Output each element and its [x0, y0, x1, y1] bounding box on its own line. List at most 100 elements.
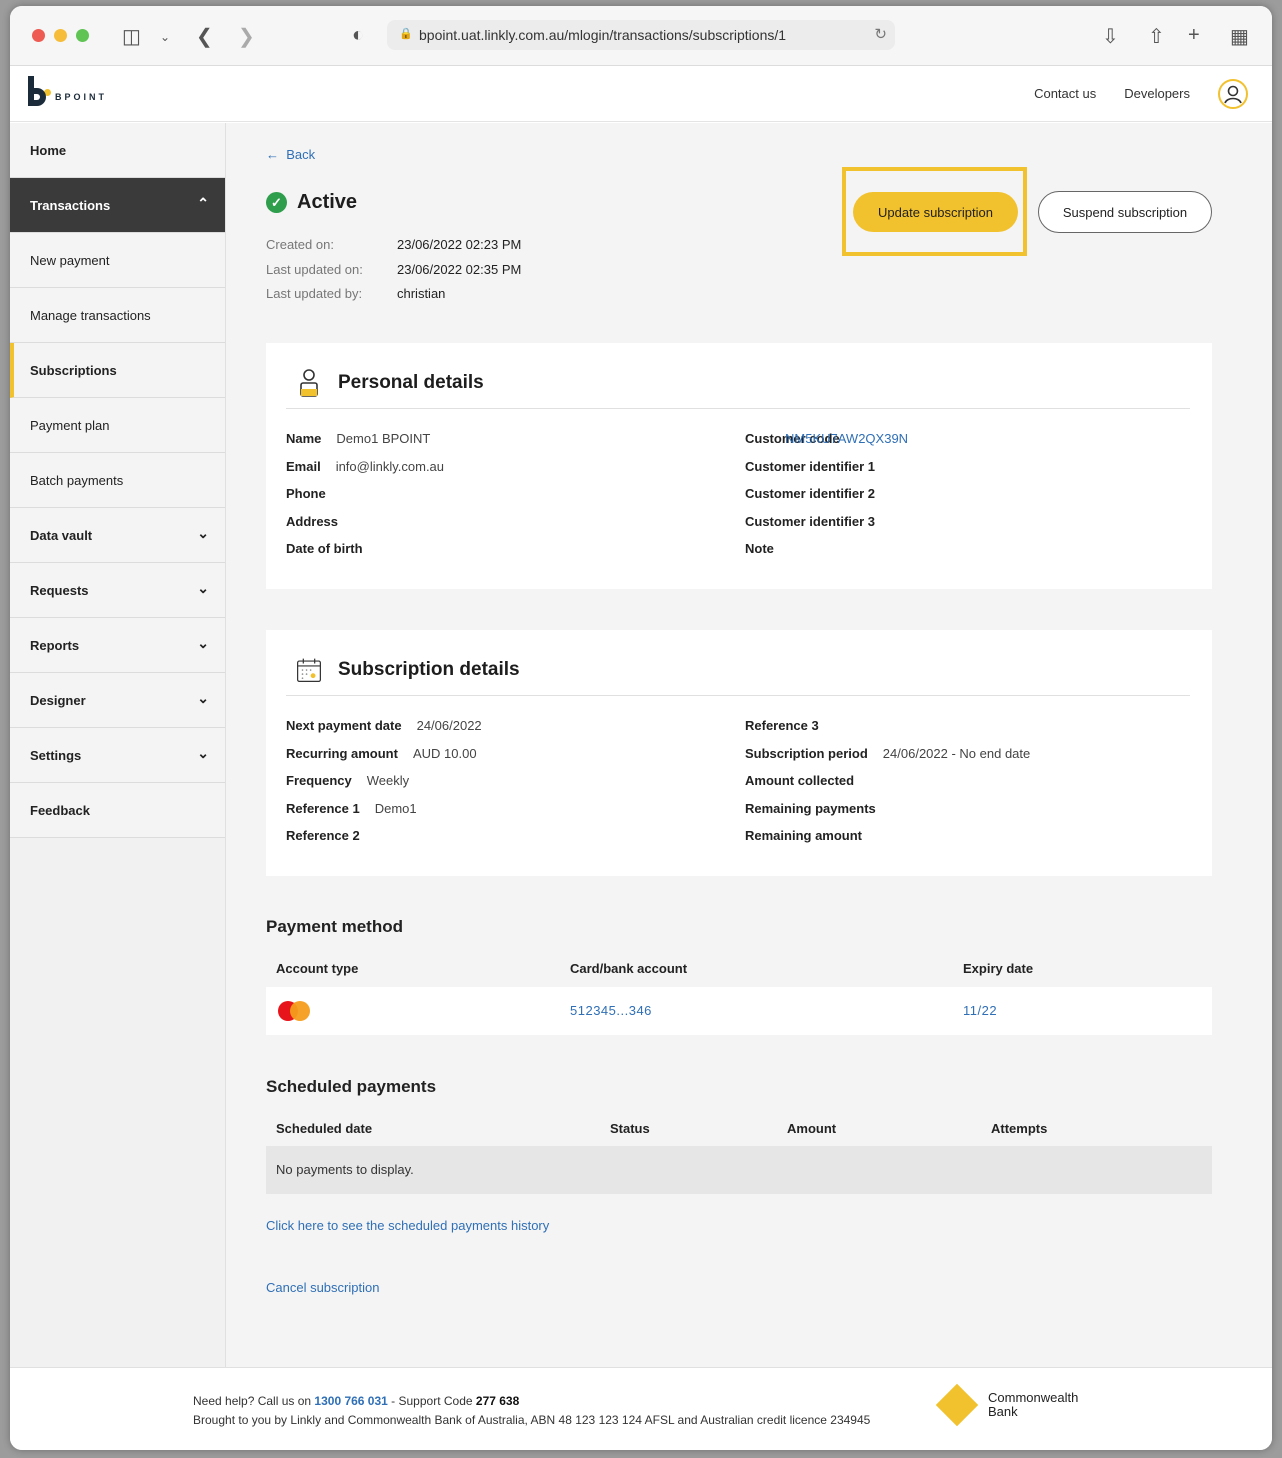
minimize-window-button[interactable] [54, 29, 67, 42]
status-badge: ✓ Active [266, 191, 357, 214]
address-bar[interactable]: 🔒 bpoint.uat.linkly.com.au/mlogin/transa… [387, 20, 895, 50]
field-value: Weekly [366, 773, 410, 789]
commonwealth-bank-logo: Commonwealth Bank [935, 1383, 1078, 1427]
subscription-details-card: Subscription details Next payment date 24… [266, 630, 1212, 876]
field-label: Customer identifier 2 [745, 486, 876, 502]
browser-toolbar: ◫ ⌄ ❮ ❯ ◐ 🔒 bpoint.uat.linkly.com.au/mlo… [10, 6, 1272, 66]
logo-mark [28, 76, 48, 106]
calendar-icon [296, 655, 322, 685]
sidebar-item-label: Settings [30, 747, 82, 763]
support-code: 277 638 [475, 1394, 520, 1408]
update-subscription-button[interactable]: Update subscription [853, 192, 1018, 232]
column-header: Attempts [991, 1121, 1048, 1136]
tab-overview-icon[interactable]: ▦ [1230, 24, 1249, 49]
main-content: ← Back ✓ Active Created on: 23/06/2022 02… [226, 123, 1272, 1367]
forward-arrow-icon[interactable]: ❯ [238, 24, 255, 49]
developers-link[interactable]: Developers [1124, 86, 1190, 101]
user-avatar-icon[interactable] [1218, 79, 1248, 109]
chevron-down-icon: ⌄ [197, 580, 209, 596]
sidebar-item-label: Data vault [30, 527, 93, 543]
zoom-window-button[interactable] [76, 29, 89, 42]
chevron-down-icon: ⌄ [197, 690, 209, 706]
status-text: Active [297, 191, 358, 213]
empty-state-row: No payments to display. [266, 1146, 1212, 1194]
field-label: Remaining payments [745, 800, 876, 816]
check-circle-icon: ✓ [266, 192, 287, 213]
payment-method-title: Payment method [266, 917, 403, 936]
payment-history-link[interactable]: Click here to see the scheduled payments… [266, 1218, 549, 1233]
chevron-down-icon: ⌄ [197, 635, 209, 651]
sidebar-item-subscriptions[interactable]: Subscriptions [10, 343, 225, 398]
back-label: Back [286, 147, 316, 162]
bank-name-line: Bank [988, 1404, 1018, 1419]
reload-icon[interactable]: ↻ [870, 25, 887, 43]
shield-icon[interactable]: ◐ [352, 24, 364, 47]
meta-value: 23/06/2022 02:35 PM [397, 261, 522, 277]
sidebar-item-designer[interactable]: Designer ⌄ [10, 673, 225, 728]
download-icon[interactable]: ⇩ [1102, 24, 1119, 49]
sidebar-item-label: Batch payments [30, 472, 124, 488]
new-tab-icon[interactable]: + [1188, 24, 1200, 47]
sidebar-item-reports[interactable]: Reports ⌄ [10, 618, 225, 673]
sidebar-item-home[interactable]: Home [10, 123, 225, 178]
field-label: Remaining amount [745, 828, 863, 844]
cancel-subscription-link[interactable]: Cancel subscription [266, 1280, 379, 1295]
sidebar-item-requests[interactable]: Requests ⌄ [10, 563, 225, 618]
column-header: Amount [787, 1121, 837, 1136]
field-label: Frequency [286, 773, 352, 789]
field-label: Address [286, 513, 339, 529]
chevron-down-icon[interactable]: ⌄ [160, 30, 170, 44]
page-footer: Need help? Call us on 1300 766 031 - Sup… [10, 1367, 1272, 1450]
sidebar-item-label: Reports [30, 637, 80, 653]
url-text: bpoint.uat.linkly.com.au/mlogin/transact… [419, 27, 787, 43]
field-label: Note [745, 541, 774, 557]
suspend-subscription-button[interactable]: Suspend subscription [1038, 191, 1212, 233]
person-icon [296, 368, 322, 398]
sidebar-item-data-vault[interactable]: Data vault ⌄ [10, 508, 225, 563]
card-number-link[interactable]: 512345...346 [570, 1003, 652, 1018]
close-window-button[interactable] [32, 29, 45, 42]
column-header: Status [610, 1121, 650, 1136]
sidebar-item-label: Feedback [30, 802, 90, 818]
field-label: Phone [286, 486, 326, 502]
subscription-fields-right: Reference 3 Subscription period 24/06/202… [745, 718, 1030, 856]
sidebar-item-batch-payments[interactable]: Batch payments [10, 453, 225, 508]
contact-us-link[interactable]: Contact us [1034, 86, 1096, 101]
column-header: Card/bank account [570, 961, 688, 976]
sidebar-item-label: New payment [30, 252, 110, 268]
cba-diamond-icon [935, 1383, 979, 1427]
customer-code-link[interactable]: NM5KU7AW2QX39N [785, 431, 908, 446]
field-value: Demo1 [374, 800, 417, 816]
sidebar-item-payment-plan[interactable]: Payment plan [10, 398, 225, 453]
mastercard-icon [278, 1001, 312, 1021]
personal-details-card: Personal details Name Demo1 BPOINT Email i… [266, 343, 1212, 589]
field-label: Email [286, 458, 321, 474]
personal-fields-left: Name Demo1 BPOINT Email info@linkly.com.au… [286, 431, 444, 569]
card-title: Personal details [338, 371, 484, 393]
bank-name: Commonwealth Bank [988, 1391, 1078, 1419]
card-header: Subscription details [286, 644, 1190, 696]
footer-legal-text: Brought to you by Linkly and Commonwealt… [193, 1413, 871, 1427]
sidebar-item-label: Requests [30, 582, 89, 598]
sidebar-item-feedback[interactable]: Feedback [10, 783, 225, 838]
back-link[interactable]: ← Back [266, 147, 315, 162]
share-icon[interactable]: ⇧ [1148, 24, 1165, 49]
field-label: Name [286, 431, 322, 446]
sidebar-item-manage-transactions[interactable]: Manage transactions [10, 288, 225, 343]
field-label: Subscription period [745, 745, 868, 761]
sidebar-toggle-icon[interactable]: ◫ [122, 24, 141, 49]
bpoint-logo[interactable]: BPOINT [28, 76, 107, 106]
back-arrow-icon[interactable]: ❮ [196, 24, 213, 49]
sidebar-item-new-payment[interactable]: New payment [10, 233, 225, 288]
support-phone-link[interactable]: 1300 766 031 [314, 1394, 387, 1408]
sidebar-item-settings[interactable]: Settings ⌄ [10, 728, 225, 783]
field-label: Recurring amount [286, 745, 398, 761]
card-header: Personal details [286, 357, 1190, 409]
logo-text: BPOINT [55, 92, 108, 102]
field-label: Reference 3 [745, 718, 819, 733]
field-value: 24/06/2022 [416, 718, 482, 733]
sidebar-item-transactions[interactable]: Transactions ⌃ [10, 178, 225, 233]
app-header: BPOINT Contact us Developers [10, 66, 1272, 122]
field-value: 24/06/2022 - No end date [882, 745, 1031, 761]
expiry-date-link[interactable]: 11/22 [963, 1003, 997, 1018]
